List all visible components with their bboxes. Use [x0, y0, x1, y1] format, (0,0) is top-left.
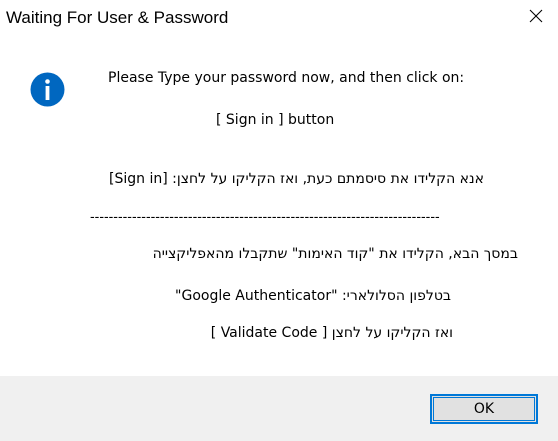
info-icon — [30, 72, 65, 107]
message-line-sign-in-button: [ Sign in ] button — [216, 112, 335, 128]
message-line-hebrew-authenticator: בטלפון הסלולארי: "Google Authenticator" — [175, 288, 451, 304]
message-line-instruction: Please Type your password now, and then … — [108, 70, 465, 86]
message-area: Please Type your password now, and then … — [0, 34, 558, 376]
close-icon — [529, 9, 543, 23]
title-bar: Waiting For User & Password — [0, 0, 558, 34]
message-line-hebrew-next-screen: במסך הבא, הקלידו את "קוד האימות" שתקבלו … — [152, 246, 518, 262]
message-separator: ----------------------------------------… — [90, 208, 440, 224]
message-line-hebrew-password: אנא הקלידו את סיסמתם כעת, ואז הקליקו על … — [109, 171, 484, 187]
window-title: Waiting For User & Password — [6, 8, 229, 27]
close-button[interactable] — [514, 0, 558, 32]
dialog-footer: OK — [0, 376, 558, 441]
message-line-hebrew-validate: ואז הקליקו על לחצן [ Validate Code ] — [210, 325, 453, 341]
message-dialog: Waiting For User & Password Please Type … — [0, 0, 558, 441]
ok-button[interactable]: OK — [430, 394, 538, 424]
